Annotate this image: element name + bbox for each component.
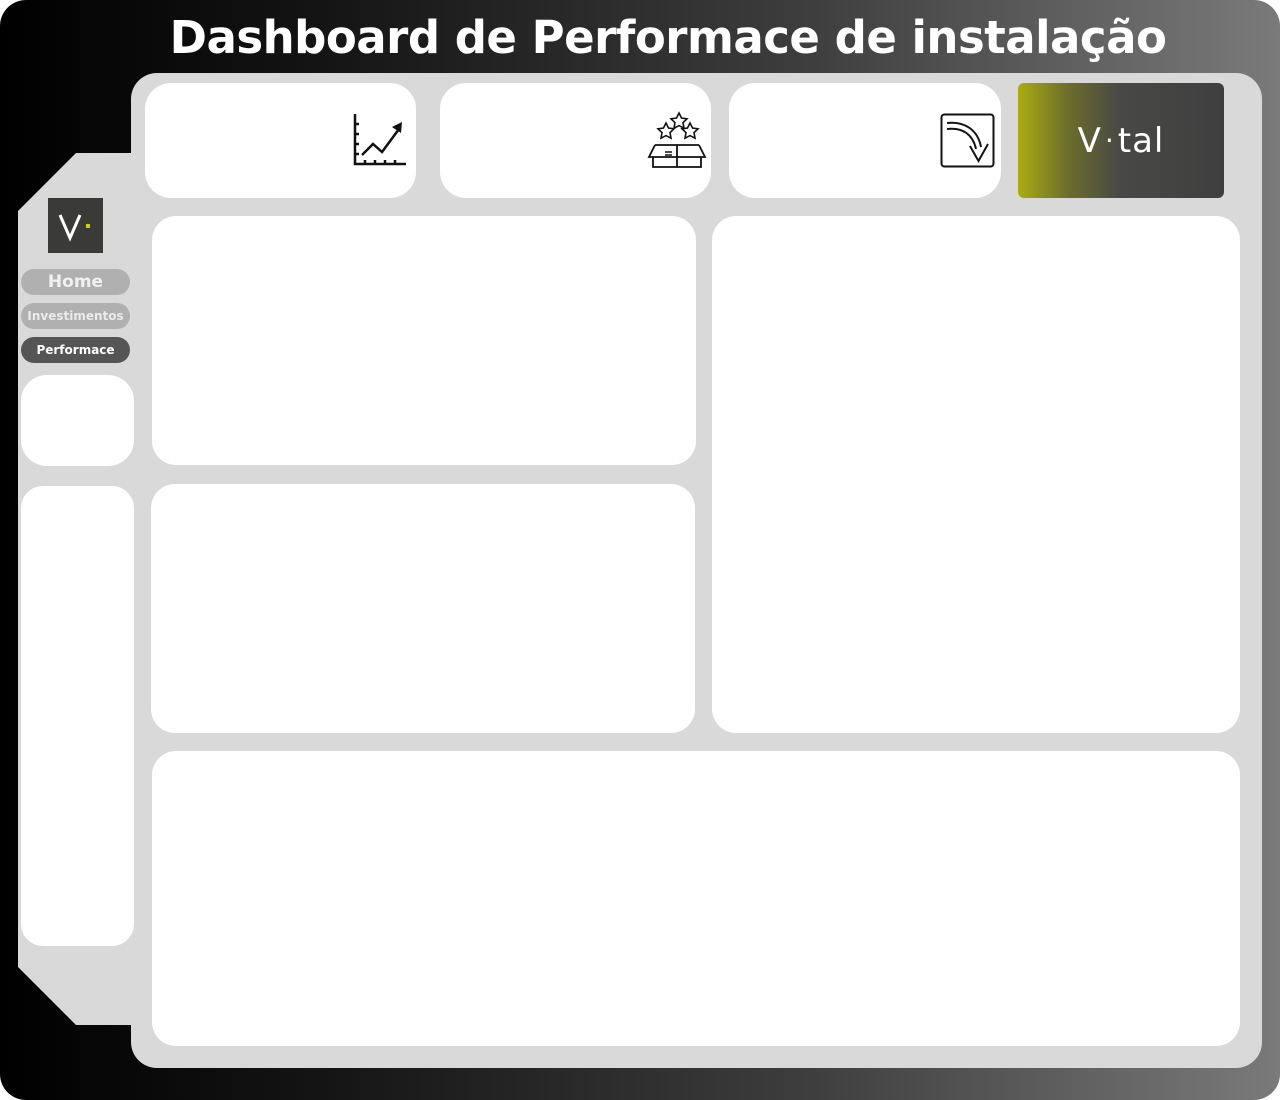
brand-wordmark-left: V <box>1077 120 1102 161</box>
brand-wordmark: V · tal <box>1078 121 1165 161</box>
nav-performace-button[interactable]: Performace <box>21 337 130 363</box>
nav-investimentos-button[interactable]: Investimentos <box>21 303 130 329</box>
kpi-card-growth <box>145 83 416 198</box>
curved-arrow-down-icon <box>940 113 995 168</box>
chart-panel-middle-left <box>151 484 695 733</box>
brand-wordmark-dot: · <box>1104 124 1115 157</box>
brand-wordmark-right: tal <box>1117 120 1165 161</box>
sidebar-filter-panel <box>21 486 134 946</box>
vtal-logo-icon <box>58 213 90 242</box>
kpi-card-products <box>440 83 711 198</box>
kpi-card-decline <box>729 83 1001 198</box>
product-box-stars-icon <box>647 111 707 168</box>
page-title: Dashboard de Performace de instalação <box>169 11 1167 64</box>
sidebar-logo <box>48 198 103 253</box>
dashboard-window: Dashboard de Performace de instalação V … <box>0 0 1280 1100</box>
sidebar-filter-card <box>21 375 134 466</box>
chart-panel-bottom <box>152 751 1240 1046</box>
brand-logo-card: V · tal <box>1018 83 1224 198</box>
chart-panel-top-left <box>152 216 696 465</box>
chart-panel-right <box>712 216 1240 733</box>
line-chart-growth-icon <box>353 114 406 166</box>
nav-home-button[interactable]: Home <box>21 269 130 295</box>
